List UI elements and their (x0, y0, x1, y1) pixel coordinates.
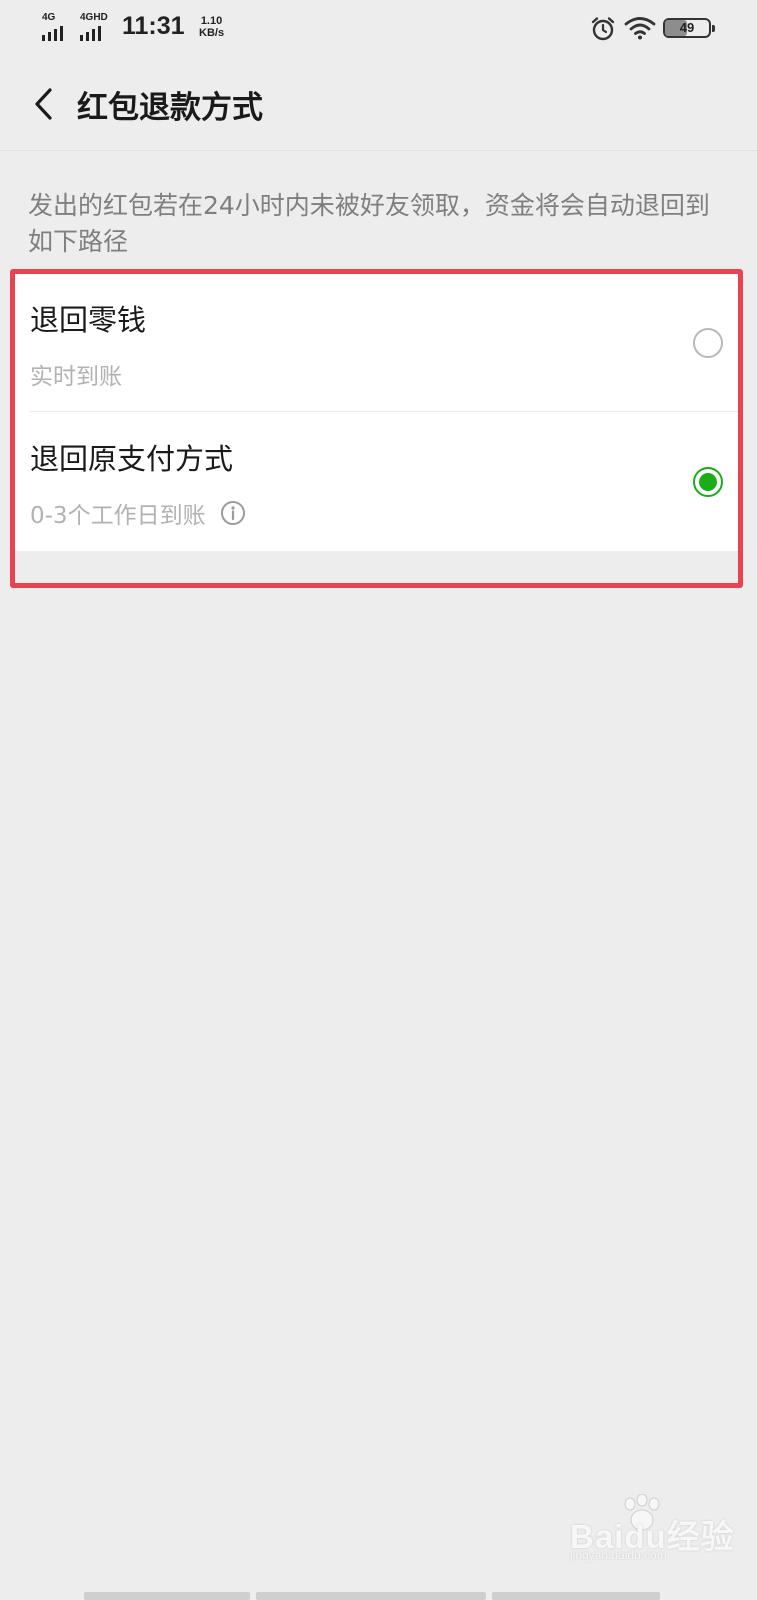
radio-selected-dot (699, 473, 717, 491)
watermark-url: jingyan.baidu.com (570, 1548, 667, 1562)
radio-button-unselected[interactable] (693, 328, 723, 358)
battery-percent: 49 (679, 20, 695, 35)
bottom-edge-strip (256, 1592, 486, 1600)
bottom-edge-strip (492, 1592, 660, 1600)
radio-button-selected[interactable] (693, 467, 723, 497)
option-subtitle-text: 0-3个工作日到账 (30, 503, 206, 529)
refund-options-list: 退回零钱 实时到账 退回原支付方式 0-3个工作日到账 (14, 273, 742, 551)
option-title: 退回原支付方式 (30, 442, 234, 476)
option-subtitle-text: 实时到账 (30, 364, 122, 390)
nav-bar: 红包退款方式 (0, 58, 757, 151)
bottom-edge-strip (84, 1592, 250, 1600)
option-title: 退回零钱 (30, 303, 147, 337)
network-type-label: 4G (42, 12, 56, 23)
info-icon[interactable] (220, 500, 246, 526)
status-bar: 4G 4GHD 11:31 1.10 KB/s 49 (0, 0, 757, 58)
wifi-icon (624, 17, 656, 40)
status-time: 11:31 (122, 12, 185, 40)
network-speed: 1.10 KB/s (199, 15, 224, 39)
back-button[interactable] (18, 78, 70, 130)
signal-bars-icon (42, 26, 63, 41)
option-subtitle: 实时到账 (30, 357, 122, 391)
alarm-icon (591, 17, 615, 41)
refund-description: 发出的红包若在24小时内未被好友领取，资金将会自动退回到如下路径 (28, 191, 710, 256)
option-subtitle: 0-3个工作日到账 (30, 496, 246, 530)
option-return-to-original-payment[interactable]: 退回原支付方式 0-3个工作日到账 (14, 412, 742, 551)
network-speed-value: 1.10 (200, 15, 223, 27)
page-title: 红包退款方式 (77, 90, 263, 126)
network-type-label: 4GHD (80, 12, 108, 23)
option-return-to-balance[interactable]: 退回零钱 实时到账 (14, 273, 742, 412)
battery-icon: 49 (663, 18, 715, 38)
baidu-jingyan-watermark: Baidu经验 jingyan.baidu.com (570, 1494, 740, 1570)
chevron-left-icon (35, 88, 52, 120)
signal-bars-icon (80, 26, 101, 41)
network-speed-unit: KB/s (199, 27, 225, 39)
